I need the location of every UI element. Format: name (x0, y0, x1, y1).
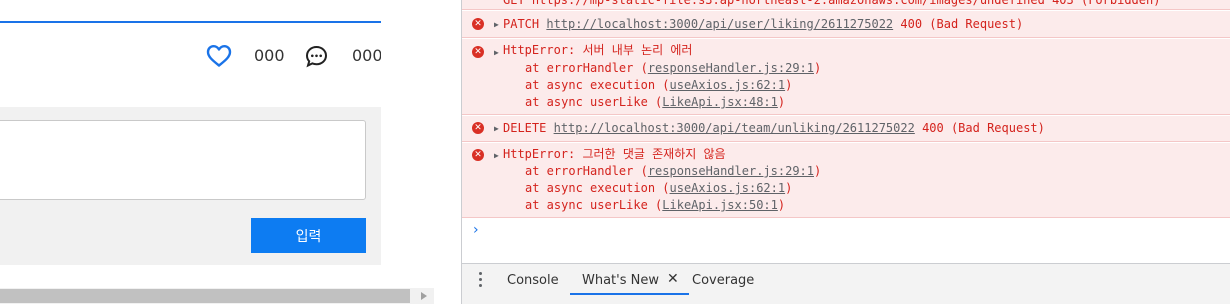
error-icon: ✕ (472, 149, 484, 161)
scrollbar-thumb[interactable] (0, 289, 410, 303)
devtools-panel: GET https://mp-static-file.s3.ap-northea… (461, 0, 1230, 304)
heart-icon[interactable] (206, 44, 232, 68)
source-link[interactable]: LikeApi.jsx:48:1 (662, 95, 778, 109)
source-link[interactable]: useAxios.js:62:1 (670, 181, 786, 195)
error-icon: ✕ (472, 18, 484, 30)
post-actions: 000 000 (0, 44, 383, 68)
tab-coverage[interactable]: Coverage (692, 273, 754, 288)
request-url-link[interactable]: http://localhost:3000/api/user/liking/26… (546, 17, 893, 31)
source-link[interactable]: responseHandler.js:29:1 (648, 61, 814, 75)
expand-triangle-icon[interactable]: ▶ (494, 124, 499, 133)
console-error-stack[interactable]: ✕ ▶ HttpError: 그러한 댓글 존재하지 않음 at errorHa… (462, 143, 1230, 218)
stack-frame: at async userLike (LikeApi.jsx:48:1) (525, 95, 786, 109)
console-error-row[interactable]: ✕ ▶ PATCH http://localhost:3000/api/user… (462, 11, 1230, 38)
comment-count: 000 (352, 46, 383, 65)
console-error-stack[interactable]: ✕ ▶ HttpError: 서버 내부 논리 에러 at errorHandl… (462, 39, 1230, 115)
response-status: 400 (Bad Request) (922, 121, 1045, 135)
close-tab-icon[interactable]: ✕ (667, 271, 679, 287)
console-error-text: DELETE http://localhost:3000/api/team/un… (503, 120, 1045, 137)
http-method: DELETE (503, 121, 547, 135)
source-link[interactable]: LikeApi.jsx:50:1 (662, 198, 778, 212)
stack-frame: at errorHandler (responseHandler.js:29:1… (525, 164, 822, 178)
error-title: HttpError: 서버 내부 논리 에러 (503, 43, 693, 57)
scroll-right-arrow-icon[interactable] (421, 292, 427, 300)
console-error-text: PATCH http://localhost:3000/api/user/lik… (503, 16, 1023, 33)
tab-console[interactable]: Console (507, 273, 559, 288)
comment-icon[interactable] (305, 45, 328, 68)
console-prompt-chevron-icon[interactable]: › (473, 222, 479, 238)
like-count: 000 (254, 46, 285, 65)
response-status: 400 (Bad Request) (900, 17, 1024, 31)
header-underline (0, 21, 381, 23)
stack-frame: at async execution (useAxios.js:62:1) (525, 78, 793, 92)
error-icon: ✕ (472, 122, 484, 134)
web-page: 000 000 입력 (0, 0, 434, 304)
expand-triangle-icon[interactable]: ▶ (494, 20, 499, 29)
horizontal-scrollbar[interactable] (0, 288, 434, 304)
source-link[interactable]: useAxios.js:62:1 (670, 78, 786, 92)
stack-frame: at async execution (useAxios.js:62:1) (525, 181, 793, 195)
stack-frame: at errorHandler (responseHandler.js:29:1… (525, 61, 822, 75)
console-error-row[interactable]: ✕ ▶ DELETE http://localhost:3000/api/tea… (462, 116, 1230, 142)
comment-form: 입력 (0, 107, 381, 265)
stack-frame: at async userLike (LikeApi.jsx:50:1) (525, 198, 786, 212)
expand-triangle-icon[interactable]: ▶ (494, 151, 499, 160)
console-message-partial: GET https://mp-static-file.s3.ap-northea… (462, 0, 1230, 10)
source-link[interactable]: responseHandler.js:29:1 (648, 164, 814, 178)
more-options-icon[interactable] (479, 272, 483, 288)
error-title: HttpError: 그러한 댓글 존재하지 않음 (503, 147, 726, 161)
console-message-text: GET https://mp-static-file.s3.ap-northea… (503, 0, 1161, 7)
submit-button[interactable]: 입력 (251, 218, 366, 253)
request-url-link[interactable]: http://localhost:3000/api/team/unliking/… (554, 121, 915, 135)
comment-textarea[interactable] (0, 120, 366, 200)
http-method: PATCH (503, 17, 540, 31)
expand-triangle-icon[interactable]: ▶ (494, 48, 499, 57)
drawer-tabbar: Console What's New ✕ Coverage (462, 263, 1230, 304)
error-icon: ✕ (472, 46, 484, 58)
page-gutter (381, 0, 434, 288)
